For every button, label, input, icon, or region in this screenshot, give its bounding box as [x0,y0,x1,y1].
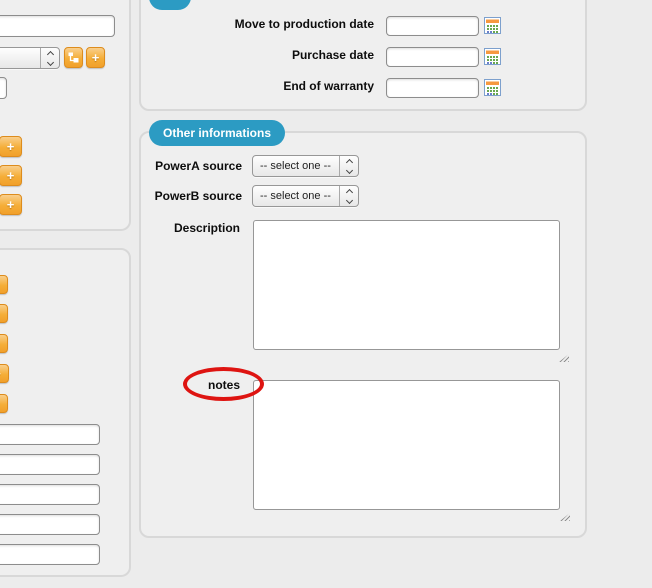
resize-grip-icon[interactable] [560,513,570,521]
power-a-source-value: -- select one -- [260,160,331,172]
power-a-source-select[interactable]: -- select one -- [252,155,359,177]
left-type-select[interactable] [0,47,60,69]
calendar-picker-icon [484,79,501,96]
tree-hierarchy-icon [68,52,79,63]
left-field-input[interactable] [0,424,100,445]
left-field-input[interactable] [0,544,100,565]
purchase-date-label: Purchase date [291,48,374,62]
notes-label: notes [207,378,240,392]
partial-tab[interactable] [149,0,191,10]
notes-textarea[interactable] [253,380,560,510]
calendar-picker-button[interactable] [484,79,501,96]
left-name-input[interactable] [0,15,115,37]
row-action-button[interactable]: + [0,275,8,294]
left-field-input[interactable] [0,454,100,475]
left-field-input[interactable] [0,514,100,535]
calendar-picker-button[interactable] [484,17,501,34]
left-bottom-panel: + + + + + [0,248,131,577]
chevron-down-icon [345,166,353,174]
dates-panel: Move to production date Purchase date En… [139,0,587,111]
chevron-down-icon [345,196,353,204]
row-action-button[interactable]: + [0,364,9,383]
calendar-picker-icon [484,17,501,34]
add-type-button[interactable]: + [86,47,105,68]
chevron-up-icon [46,50,54,58]
add-row-button[interactable]: + [0,194,22,215]
tree-view-button[interactable] [64,47,83,68]
row-action-button[interactable]: + [0,304,8,323]
chevron-down-icon [46,58,54,66]
tab-other-informations[interactable]: Other informations [149,120,286,146]
chevron-up-icon [345,158,353,166]
select-stepper [339,186,358,206]
add-row-button[interactable]: + [0,165,22,186]
calendar-picker-icon [484,48,501,65]
resize-grip-icon[interactable] [559,354,569,362]
row-action-button[interactable]: + [0,394,8,413]
select-stepper [339,156,358,176]
left-partial-input[interactable] [0,77,7,99]
left-field-input[interactable] [0,484,100,505]
select-stepper [40,48,59,68]
description-label: Description [173,221,240,235]
move-to-production-date-input[interactable] [386,16,479,36]
power-b-source-label: PowerB source [154,189,242,203]
purchase-date-input[interactable] [386,47,479,67]
add-row-button[interactable]: + [0,136,22,157]
power-a-source-label: PowerA source [155,159,242,173]
end-of-warranty-input[interactable] [386,78,479,98]
calendar-picker-button[interactable] [484,48,501,65]
description-textarea[interactable] [253,220,560,350]
row-action-button[interactable]: + [0,334,8,353]
move-to-production-date-label: Move to production date [234,17,374,31]
left-top-panel: + + + + [0,0,131,231]
other-informations-panel: Other informations PowerA source -- sele… [139,120,587,538]
end-of-warranty-label: End of warranty [283,79,374,93]
power-b-source-value: -- select one -- [260,190,331,202]
power-b-source-select[interactable]: -- select one -- [252,185,359,207]
chevron-up-icon [345,188,353,196]
